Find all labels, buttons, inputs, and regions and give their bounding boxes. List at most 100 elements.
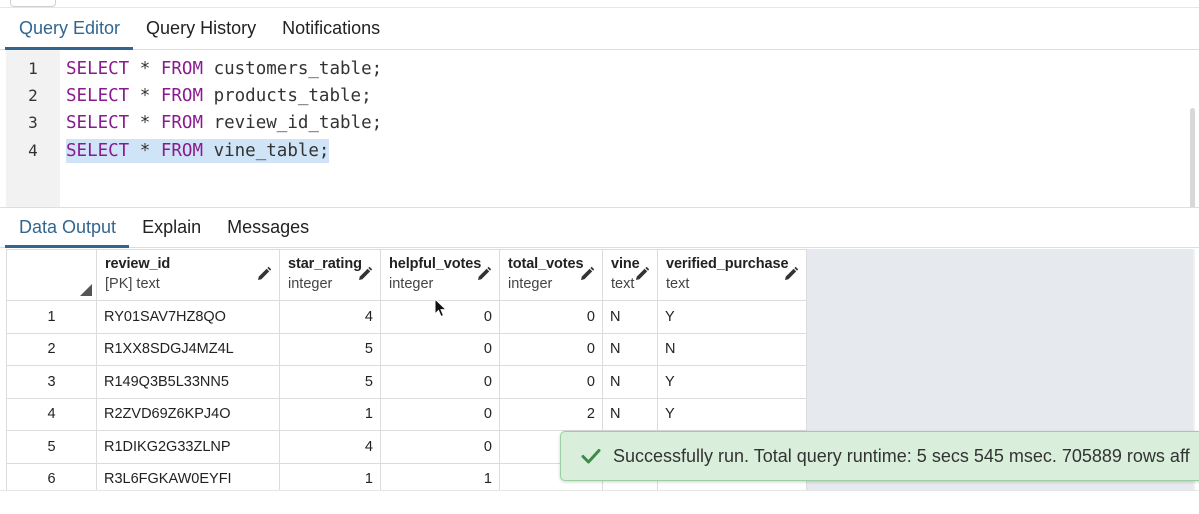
sql-keyword-from: FROM	[160, 58, 204, 79]
sql-operator: *	[139, 140, 151, 161]
line-number: 2	[28, 86, 38, 105]
cell-star-rating[interactable]: 4	[279, 300, 381, 334]
sql-keyword-select: SELECT	[66, 85, 130, 106]
column-header-vine[interactable]: vine text	[602, 249, 658, 301]
table-row[interactable]: 3 R149Q3B5L33NN5 5 0 0 N Y	[6, 365, 807, 399]
code-text[interactable]: SELECT * FROM review_id_table;	[66, 111, 382, 135]
row-number[interactable]: 2	[6, 332, 97, 366]
pencil-icon[interactable]	[475, 265, 493, 283]
line-number: 1	[28, 59, 38, 78]
row-number[interactable]: 5	[6, 430, 97, 464]
column-type: [PK] text	[105, 276, 160, 292]
row-number[interactable]: 3	[6, 365, 97, 399]
cell-vine[interactable]: N	[602, 397, 658, 431]
column-type: text	[666, 276, 690, 292]
cell-helpful-votes[interactable]: 0	[380, 365, 500, 399]
pencil-icon[interactable]	[356, 265, 374, 283]
column-header-helpful-votes[interactable]: helpful_votes integer	[380, 249, 500, 301]
table-row[interactable]: 4 R2ZVD69Z6KPJ4O 1 0 2 N Y	[6, 397, 807, 431]
cell-total-votes[interactable]: 0	[499, 365, 603, 399]
cell-star-rating[interactable]: 5	[279, 332, 381, 366]
tab-query-history[interactable]: Query History	[133, 8, 269, 49]
bottom-bar	[0, 490, 1199, 514]
line-number: 3	[28, 113, 38, 132]
cell-total-votes[interactable]: 0	[499, 300, 603, 334]
cell-star-rating[interactable]: 5	[279, 365, 381, 399]
mouse-cursor-icon	[434, 298, 448, 318]
column-header-review-id[interactable]: review_id [PK] text	[96, 249, 280, 301]
column-header-star-rating[interactable]: star_rating integer	[279, 249, 381, 301]
cell-verified-purchase[interactable]: Y	[657, 300, 807, 334]
cell-vine[interactable]: N	[602, 332, 658, 366]
output-tab-bar: Data Output Explain Messages	[0, 207, 1199, 248]
cell-verified-purchase[interactable]: Y	[657, 365, 807, 399]
cell-helpful-votes[interactable]: 1	[380, 462, 500, 490]
cell-review-id[interactable]: R2ZVD69Z6KPJ4O	[96, 397, 280, 431]
toast-message: Successfully run. Total query runtime: 5…	[613, 445, 1190, 466]
code-line[interactable]: 2 SELECT * FROM products_table;	[0, 82, 1190, 109]
cell-total-votes[interactable]: 0	[499, 332, 603, 366]
pencil-icon[interactable]	[578, 265, 596, 283]
code-line[interactable]: 3 SELECT * FROM review_id_table;	[0, 109, 1190, 136]
column-header-total-votes[interactable]: total_votes integer	[499, 249, 603, 301]
cell-review-id[interactable]: RY01SAV7HZ8QO	[96, 300, 280, 334]
sql-table-name: vine_table;	[213, 140, 330, 161]
cell-vine[interactable]: N	[602, 300, 658, 334]
sql-operator: *	[139, 58, 151, 79]
sql-operator: *	[139, 112, 151, 133]
column-name: verified_purchase	[666, 256, 789, 272]
cell-verified-purchase[interactable]: N	[657, 332, 807, 366]
tab-data-output[interactable]: Data Output	[0, 208, 130, 248]
sql-table-name: review_id_table;	[213, 112, 383, 133]
row-number[interactable]: 4	[6, 397, 97, 431]
sql-keyword-select: SELECT	[66, 112, 130, 133]
tab-notifications[interactable]: Notifications	[269, 8, 393, 49]
cell-review-id[interactable]: R3L6FGKAW0EYFI	[96, 462, 280, 490]
cell-star-rating[interactable]: 1	[279, 397, 381, 431]
code-line[interactable]: 1 SELECT * FROM customers_table;	[0, 55, 1190, 82]
cell-total-votes[interactable]: 2	[499, 397, 603, 431]
tab-messages[interactable]: Messages	[214, 208, 322, 247]
cell-star-rating[interactable]: 4	[279, 430, 381, 464]
success-toast[interactable]: Successfully run. Total query runtime: 5…	[560, 431, 1199, 481]
code-text[interactable]: SELECT * FROM customers_table;	[66, 57, 382, 81]
cell-vine[interactable]: N	[602, 365, 658, 399]
code-text[interactable]: SELECT * FROM products_table;	[66, 84, 372, 108]
table-row[interactable]: 1 RY01SAV7HZ8QO 4 0 0 N Y	[6, 300, 807, 334]
sql-table-name: customers_table;	[213, 58, 383, 79]
sql-keyword-select: SELECT	[66, 140, 130, 161]
code-text[interactable]: SELECT * FROM vine_table;	[66, 138, 330, 163]
table-row[interactable]: 2 R1XX8SDGJ4MZ4L 5 0 0 N N	[6, 332, 807, 366]
column-name: review_id	[105, 256, 171, 272]
column-header-verified-purchase[interactable]: verified_purchasetext	[657, 249, 807, 301]
sql-keyword-from: FROM	[160, 85, 204, 106]
cell-verified-purchase[interactable]: Y	[657, 397, 807, 431]
editor-tab-bar: Query Editor Query History Notifications	[0, 8, 1199, 50]
cell-review-id[interactable]: R1DIKG2G33ZLNP	[96, 430, 280, 464]
code-line[interactable]: 4 SELECT * FROM vine_table;	[0, 137, 1190, 164]
sql-operator: *	[139, 85, 151, 106]
window-top-strip	[0, 0, 1199, 8]
pencil-icon[interactable]	[633, 265, 651, 283]
tab-explain[interactable]: Explain	[129, 208, 214, 247]
check-icon	[581, 449, 601, 464]
pencil-icon[interactable]	[782, 265, 800, 283]
table-header-row: review_id [PK] text star_rating integer help…	[6, 249, 807, 301]
cell-review-id[interactable]: R149Q3B5L33NN5	[96, 365, 280, 399]
select-all-corner[interactable]	[6, 249, 97, 301]
sql-editor[interactable]: 1 SELECT * FROM customers_table; 2 SELECT *…	[0, 50, 1199, 238]
corner-triangle-icon	[80, 284, 92, 296]
top-tab-stub	[10, 0, 56, 7]
row-number[interactable]: 1	[6, 300, 97, 334]
tab-query-editor[interactable]: Query Editor	[0, 8, 134, 50]
cell-helpful-votes[interactable]: 0	[380, 332, 500, 366]
cell-review-id[interactable]: R1XX8SDGJ4MZ4L	[96, 332, 280, 366]
cell-star-rating[interactable]: 1	[279, 462, 381, 490]
sql-table-name: products_table;	[213, 85, 372, 106]
row-number[interactable]: 6	[6, 462, 97, 490]
line-number: 4	[28, 141, 38, 160]
cell-helpful-votes[interactable]: 0	[380, 430, 500, 464]
sql-keyword-select: SELECT	[66, 58, 130, 79]
cell-helpful-votes[interactable]: 0	[380, 397, 500, 431]
pencil-icon[interactable]	[255, 265, 273, 283]
